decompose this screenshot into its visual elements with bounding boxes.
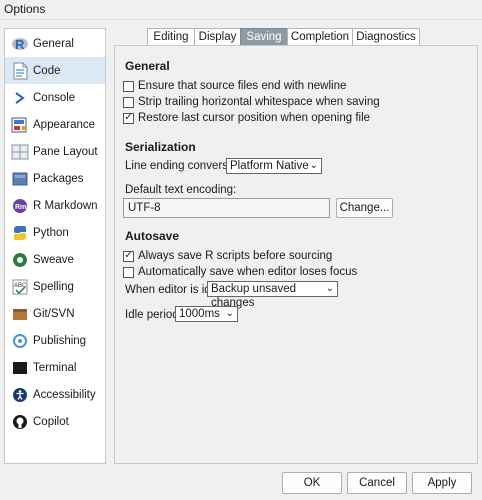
restore-cursor-checkbox[interactable]: ✓ Restore last cursor position when open…	[123, 111, 370, 125]
sidebar-item-label: Packages	[33, 172, 84, 185]
sidebar-item-appearance[interactable]: Appearance	[5, 111, 105, 138]
options-tabs: Editing Display Saving Completion Diagno…	[147, 28, 420, 46]
apply-button[interactable]: Apply	[412, 472, 472, 494]
svg-text:Rmd: Rmd	[15, 204, 28, 211]
sidebar-item-git-svn[interactable]: Git/SVN	[5, 300, 105, 327]
tab-diagnostics[interactable]: Diagnostics	[352, 28, 420, 46]
sidebar-item-label: Sweave	[33, 253, 74, 266]
svg-text:R: R	[15, 37, 25, 52]
ensure-newline-label: Ensure that source files end with newlin…	[138, 80, 347, 92]
checkbox-checked[interactable]: ✓	[123, 112, 134, 124]
options-sidebar: R General Code Console Appearance Pane L…	[4, 28, 106, 464]
sweave-icon	[11, 251, 29, 269]
chevron-down-icon: ⌄	[309, 160, 318, 171]
idle-action-select[interactable]: Backup unsaved changes ⌄	[207, 281, 338, 309]
terminal-icon	[11, 359, 29, 377]
sidebar-item-label: Python	[33, 226, 69, 239]
sidebar-item-console[interactable]: Console	[5, 84, 105, 111]
ok-button[interactable]: OK	[282, 472, 342, 494]
idle-period-label: Idle period:	[125, 309, 182, 321]
svg-text:ABC: ABC	[14, 283, 27, 289]
sidebar-item-label: Copilot	[33, 415, 69, 428]
sidebar-item-label: General	[33, 37, 74, 50]
checkbox-checked[interactable]: ✓	[123, 250, 134, 262]
sidebar-item-packages[interactable]: Packages	[5, 165, 105, 192]
tab-completion[interactable]: Completion	[287, 28, 353, 46]
checkbox-unchecked[interactable]	[123, 96, 134, 108]
cancel-button[interactable]: Cancel	[347, 472, 407, 494]
sidebar-item-copilot[interactable]: Copilot	[5, 408, 105, 435]
sidebar-item-label: Accessibility	[33, 388, 96, 401]
sidebar-item-label: Code	[33, 64, 61, 77]
publishing-icon	[11, 332, 29, 350]
spelling-icon: ABC	[11, 278, 29, 296]
sidebar-item-label: Pane Layout	[33, 145, 98, 158]
sidebar-item-python[interactable]: Python	[5, 219, 105, 246]
code-icon	[11, 62, 29, 80]
checkbox-unchecked[interactable]	[123, 266, 134, 278]
saving-panel: General Ensure that source files end wit…	[114, 45, 478, 464]
line-ending-select[interactable]: Platform Native ⌄	[226, 158, 322, 174]
sidebar-item-r-markdown[interactable]: Rmd R Markdown	[5, 192, 105, 219]
python-icon	[11, 224, 29, 242]
git-svn-icon	[11, 305, 29, 323]
autosave-heading: Autosave	[125, 229, 180, 243]
sidebar-item-label: Appearance	[33, 118, 96, 131]
sidebar-item-label: Publishing	[33, 334, 87, 347]
sidebar-item-label: Terminal	[33, 361, 77, 374]
sidebar-item-spelling[interactable]: ABC Spelling	[5, 273, 105, 300]
rmarkdown-icon: Rmd	[11, 197, 29, 215]
tab-display[interactable]: Display	[194, 28, 241, 46]
sidebar-item-general[interactable]: R General	[5, 30, 105, 57]
idle-period-value: 1000ms	[179, 308, 220, 320]
sidebar-item-terminal[interactable]: Terminal	[5, 354, 105, 381]
always-save-checkbox[interactable]: ✓ Always save R scripts before sourcing	[123, 249, 332, 263]
line-ending-value: Platform Native	[230, 160, 309, 172]
idle-period-select[interactable]: 1000ms ⌄	[175, 306, 238, 322]
sidebar-item-label: Spelling	[33, 280, 74, 293]
ensure-newline-checkbox[interactable]: Ensure that source files end with newlin…	[123, 79, 346, 93]
tab-editing[interactable]: Editing	[147, 28, 195, 46]
chevron-down-icon: ⌄	[325, 283, 334, 294]
restore-cursor-label: Restore last cursor position when openin…	[138, 112, 371, 124]
pane-layout-icon	[11, 143, 29, 161]
appearance-icon	[11, 116, 29, 134]
always-save-label: Always save R scripts before sourcing	[138, 250, 333, 262]
sidebar-item-label: R Markdown	[33, 199, 98, 212]
encoding-label: Default text encoding:	[125, 184, 237, 196]
github-icon	[11, 413, 29, 431]
sidebar-item-code[interactable]: Code	[5, 57, 105, 84]
chevron-down-icon: ⌄	[225, 308, 234, 319]
tab-saving[interactable]: Saving	[240, 28, 288, 46]
accessibility-icon	[11, 386, 29, 404]
sidebar-item-publishing[interactable]: Publishing	[5, 327, 105, 354]
encoding-field[interactable]: UTF-8	[123, 198, 330, 218]
console-prompt-icon	[11, 89, 29, 107]
strip-whitespace-checkbox[interactable]: Strip trailing horizontal whitespace whe…	[123, 95, 380, 109]
sidebar-item-accessibility[interactable]: Accessibility	[5, 381, 105, 408]
sidebar-item-label: Console	[33, 91, 76, 104]
sidebar-item-pane-layout[interactable]: Pane Layout	[5, 138, 105, 165]
strip-whitespace-label: Strip trailing horizontal whitespace whe…	[138, 96, 380, 108]
general-heading: General	[125, 59, 170, 73]
autosave-focus-checkbox[interactable]: Automatically save when editor loses foc…	[123, 265, 357, 279]
serialization-heading: Serialization	[125, 140, 196, 154]
window-title: Options	[0, 0, 482, 20]
autosave-focus-label: Automatically save when editor loses foc…	[138, 266, 358, 278]
sidebar-item-label: Git/SVN	[33, 307, 75, 320]
checkbox-unchecked[interactable]	[123, 80, 134, 92]
sidebar-item-sweave[interactable]: Sweave	[5, 246, 105, 273]
r-logo-icon: R	[11, 35, 29, 53]
packages-icon	[11, 170, 29, 188]
change-encoding-button[interactable]: Change...	[336, 198, 393, 218]
